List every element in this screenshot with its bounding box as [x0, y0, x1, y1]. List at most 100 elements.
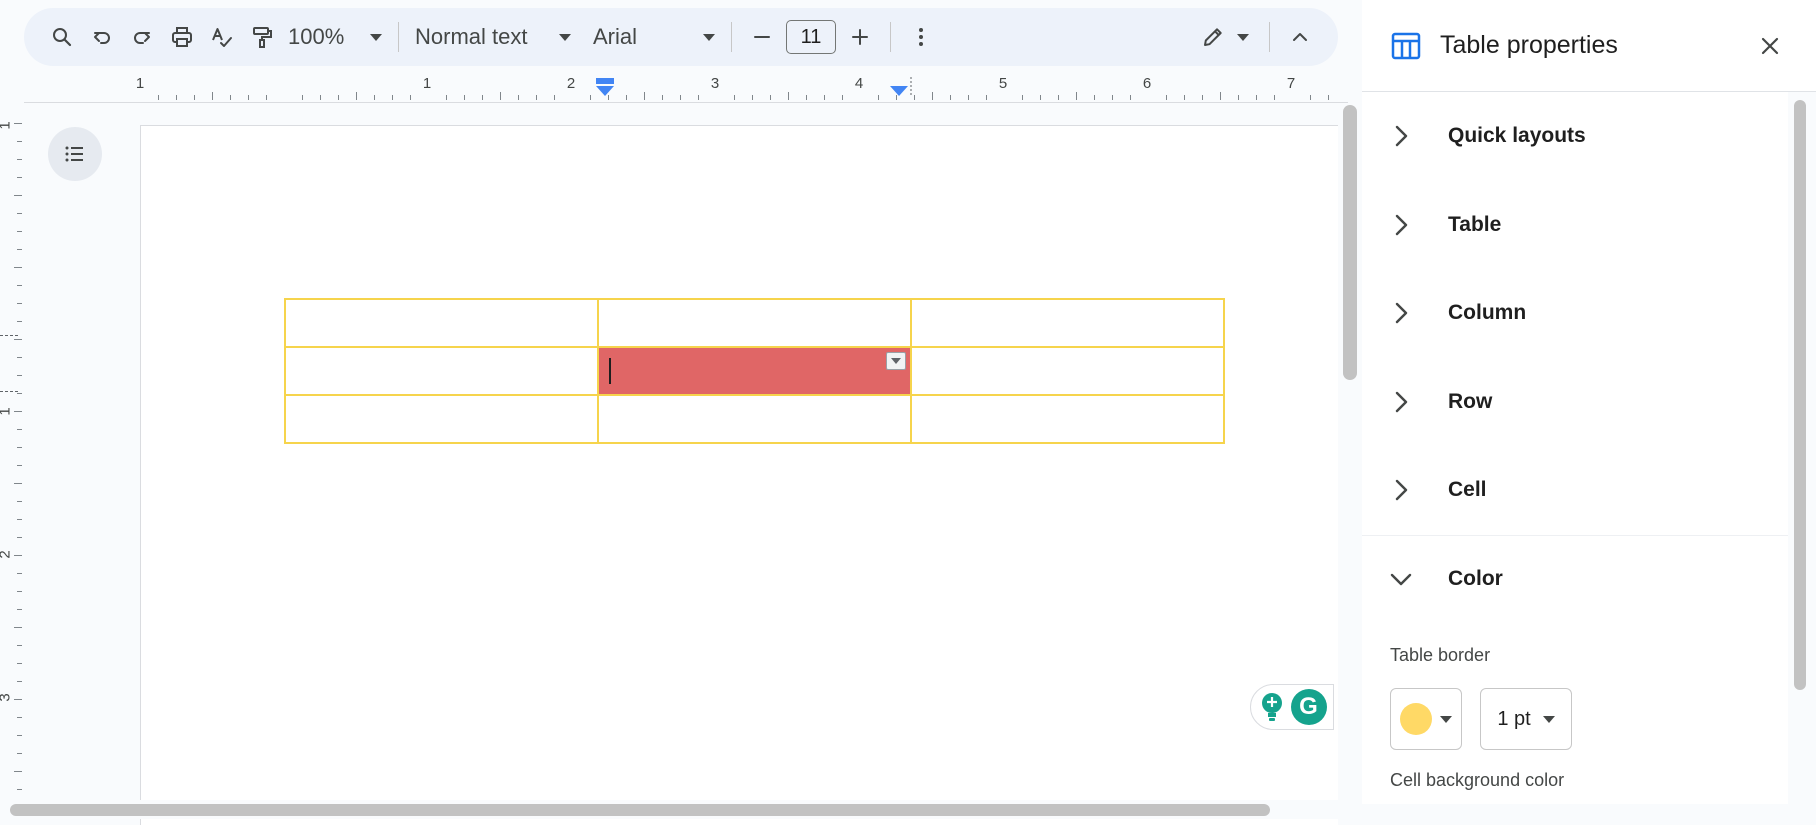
document-outline-button[interactable]: [48, 127, 102, 181]
ruler-tick: [17, 501, 22, 502]
ruler-tick: [806, 95, 807, 100]
table-cell[interactable]: [597, 394, 912, 444]
ruler-tick: [1130, 95, 1131, 100]
ruler-tick: [17, 375, 22, 376]
table-cell[interactable]: [597, 298, 912, 348]
ruler-tick: [950, 95, 951, 100]
section-column[interactable]: Column: [1362, 269, 1788, 358]
table-cell[interactable]: [284, 394, 599, 444]
search-menus-button[interactable]: [42, 17, 82, 57]
row-boundary-marker[interactable]: [0, 335, 18, 336]
close-icon: [1761, 37, 1779, 54]
ruler-tick: [1220, 92, 1221, 100]
ruler-tick: [878, 95, 879, 100]
section-row[interactable]: Row: [1362, 358, 1788, 447]
section-color[interactable]: Color: [1362, 534, 1788, 624]
ruler-tick: [896, 95, 897, 100]
close-panel-button[interactable]: [1752, 28, 1788, 64]
ruler-number: 2: [0, 550, 14, 558]
ruler-tick: [194, 95, 195, 100]
lightbulb-icon[interactable]: [1258, 690, 1286, 724]
table-row: [284, 394, 1225, 444]
ruler-tick: [698, 95, 699, 100]
caret-down-icon: [891, 358, 901, 364]
ruler-tick: [14, 483, 22, 484]
section-table[interactable]: Table: [1362, 181, 1788, 270]
paint-format-button[interactable]: [242, 17, 282, 57]
font-dropdown[interactable]: Arial: [587, 17, 721, 57]
ruler-tick: [608, 95, 609, 100]
ruler-tick: [1274, 95, 1275, 100]
border-width-dropdown[interactable]: 1 pt: [1480, 688, 1572, 750]
section-cell[interactable]: Cell: [1362, 446, 1788, 535]
document-horizontal-scrollbar[interactable]: [10, 804, 1270, 816]
editing-mode-dropdown[interactable]: [1191, 17, 1259, 57]
left-indent-marker[interactable]: [590, 77, 620, 99]
ruler-tick: [734, 95, 735, 100]
chevron-down-icon: [1390, 574, 1412, 586]
print-button[interactable]: [162, 17, 202, 57]
table-row: [284, 298, 1225, 348]
spellcheck-icon: [212, 28, 232, 47]
section-label: Table: [1448, 212, 1502, 236]
ruler-tick: [914, 95, 915, 100]
ruler-tick: [17, 537, 22, 538]
border-color-picker[interactable]: [1390, 688, 1462, 750]
font-size-input[interactable]: [786, 20, 836, 54]
ruler-tick: [644, 92, 645, 100]
increase-font-size-button[interactable]: [840, 17, 880, 57]
ruler-tick: [1256, 95, 1257, 100]
ruler-tick: [17, 231, 22, 232]
table-cell-active[interactable]: [597, 346, 912, 396]
ruler-tick: [788, 92, 789, 100]
horizontal-ruler[interactable]: 1 1 2 3 4 5 6 7: [24, 73, 1348, 103]
right-indent-marker[interactable]: [886, 77, 916, 99]
paragraph-style-dropdown[interactable]: Normal text: [409, 17, 577, 57]
ruler-tick: [17, 447, 22, 448]
undo-button[interactable]: [82, 17, 122, 57]
document-table: [284, 298, 1225, 444]
spelling-grammar-button[interactable]: [202, 17, 242, 57]
grammarly-widget[interactable]: G: [1250, 684, 1334, 730]
ruler-tick: [17, 465, 22, 466]
ruler-tick: [968, 95, 969, 100]
table-cell[interactable]: [910, 394, 1225, 444]
table-cell[interactable]: [284, 298, 599, 348]
ruler-tick: [17, 285, 22, 286]
ruler-tick: [17, 249, 22, 250]
zoom-dropdown[interactable]: 100%: [282, 17, 388, 57]
ruler-tick: [248, 95, 249, 100]
table-cell[interactable]: [910, 346, 1225, 396]
ruler-tick: [500, 92, 501, 100]
ruler-number: 3: [0, 693, 14, 701]
more-options-button[interactable]: [901, 17, 941, 57]
table-cell[interactable]: [910, 298, 1225, 348]
paragraph-style-value: Normal text: [415, 24, 528, 49]
cell-menu-button[interactable]: [886, 352, 906, 370]
document-page[interactable]: [140, 125, 1338, 825]
list-icon: [65, 146, 83, 162]
ruler-tick: [986, 95, 987, 100]
caret-down-icon: [703, 33, 715, 41]
ruler-tick: [17, 141, 22, 142]
redo-button[interactable]: [122, 17, 162, 57]
grammarly-logo[interactable]: G: [1290, 689, 1327, 725]
ruler-tick: [14, 411, 22, 412]
ruler-tick: [17, 681, 22, 682]
ruler-tick: [17, 393, 22, 394]
ruler-tick: [14, 627, 22, 628]
ruler-tick: [554, 95, 555, 100]
ruler-tick: [17, 753, 22, 754]
row-boundary-marker[interactable]: [0, 391, 18, 392]
ruler-tick: [1202, 95, 1203, 100]
ruler-tick: [1040, 95, 1041, 100]
table-cell[interactable]: [284, 346, 599, 396]
panel-scrollbar[interactable]: [1794, 100, 1806, 690]
vertical-ruler[interactable]: 1 1 2 3: [0, 103, 24, 803]
section-quick-layouts[interactable]: Quick layouts: [1362, 92, 1788, 181]
hide-menus-button[interactable]: [1280, 17, 1320, 57]
decrease-font-size-button[interactable]: [742, 17, 782, 57]
ruler-number: 6: [1142, 75, 1152, 92]
document-vertical-scrollbar[interactable]: [1343, 105, 1357, 380]
ruler-tick: [1328, 95, 1329, 100]
